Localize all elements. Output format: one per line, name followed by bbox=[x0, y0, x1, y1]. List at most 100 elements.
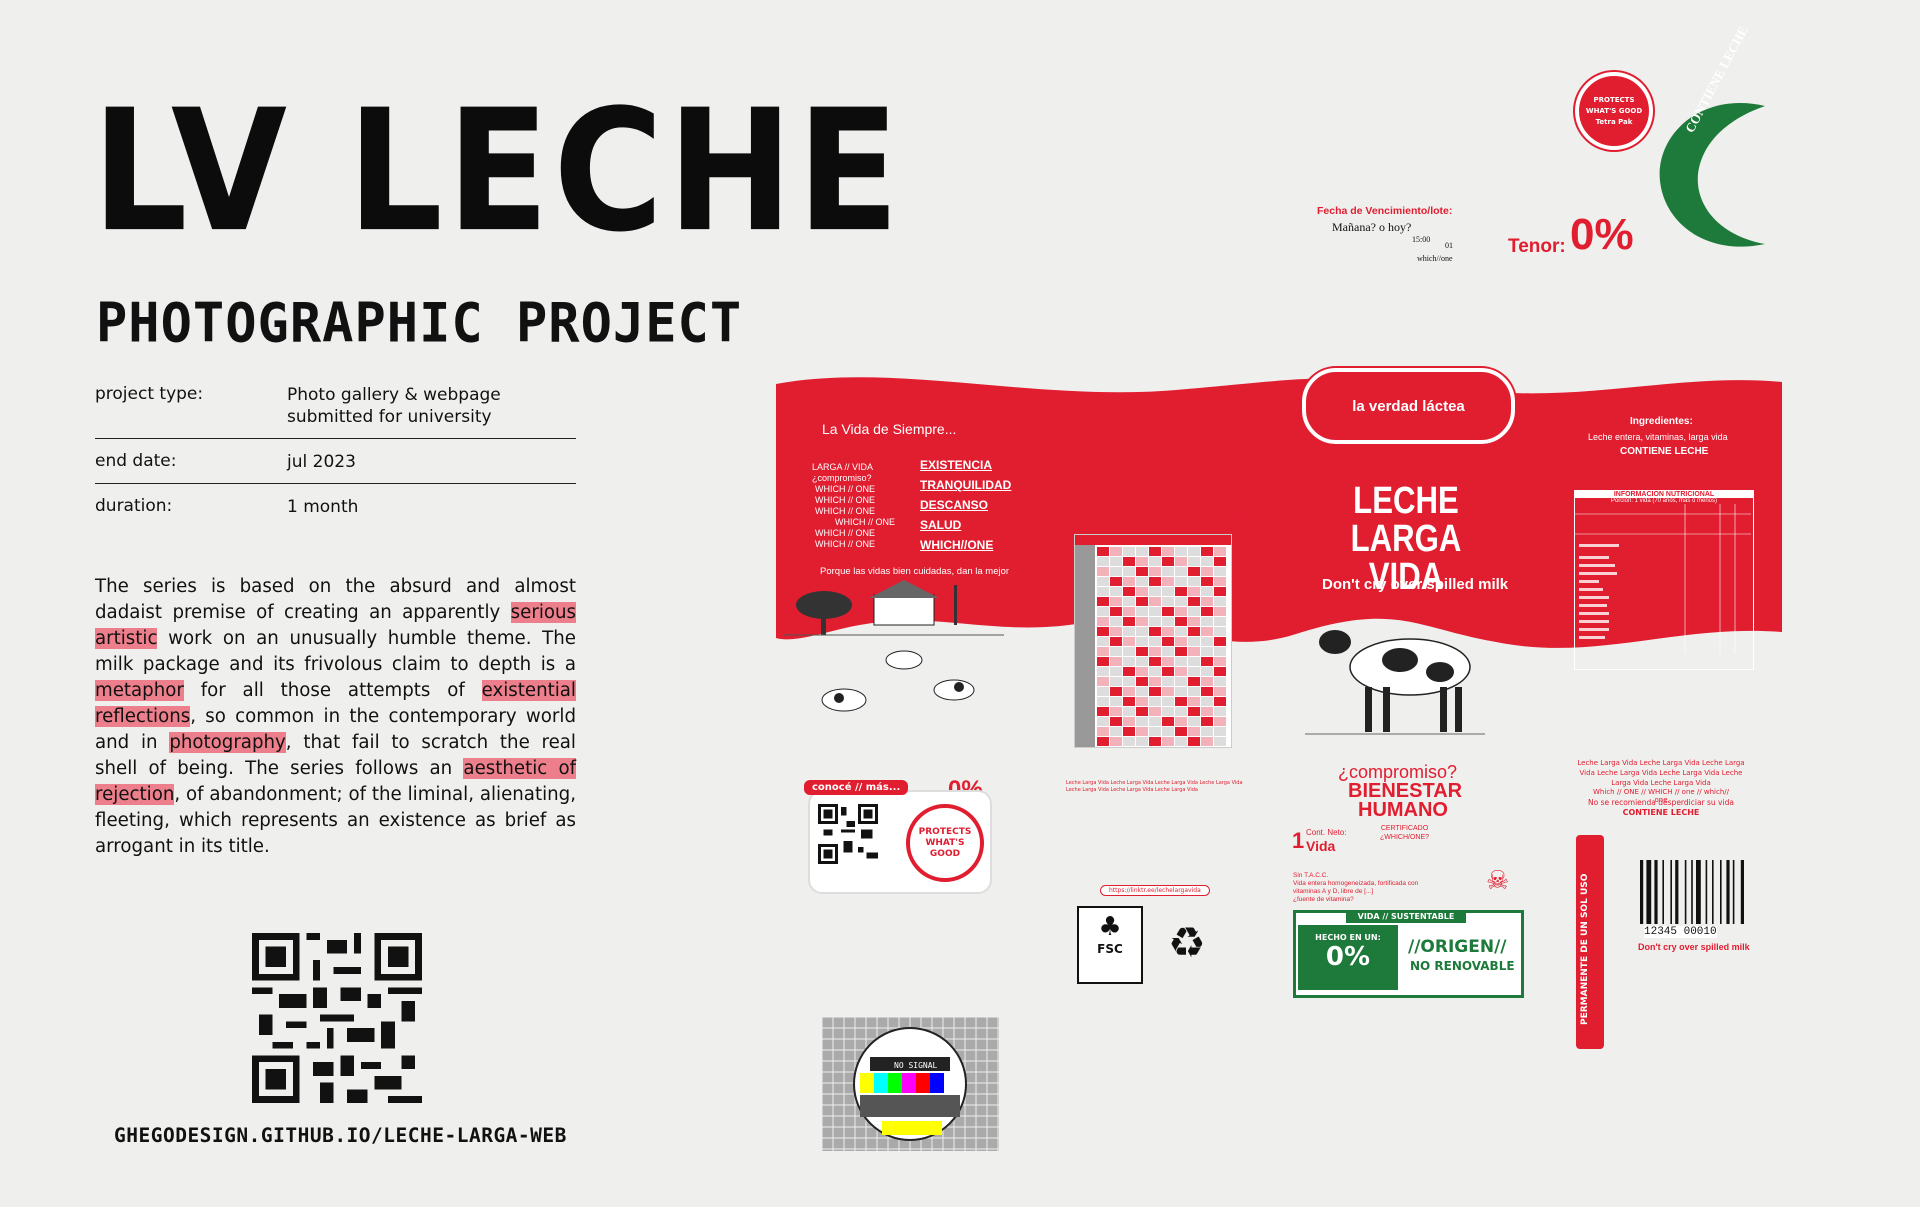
table-cell bbox=[1162, 597, 1174, 606]
table-cell bbox=[1097, 627, 1109, 636]
table-cell bbox=[1214, 557, 1226, 566]
table-cell bbox=[1175, 697, 1187, 706]
table-cell bbox=[1123, 667, 1135, 676]
table-cell bbox=[1136, 677, 1148, 686]
table-cell bbox=[1110, 697, 1122, 706]
table-cell bbox=[1123, 727, 1135, 736]
table-cell bbox=[1201, 547, 1213, 556]
certificado-label: CERTIFICADO bbox=[1380, 825, 1429, 832]
table-cell bbox=[1110, 627, 1122, 636]
cont-vida: Vida bbox=[1306, 838, 1336, 854]
table-cell bbox=[1175, 667, 1187, 676]
table-cell bbox=[1097, 707, 1109, 716]
table-cell bbox=[1162, 547, 1174, 556]
table-cell bbox=[1162, 567, 1174, 576]
info-value: Photo gallery & webpage submitted for un… bbox=[287, 385, 501, 427]
table-cell bbox=[1149, 667, 1161, 676]
table-cell bbox=[1136, 667, 1148, 676]
project-description: The series is based on the absurd and al… bbox=[95, 574, 577, 860]
hecho-label: HECHO EN UN: bbox=[1315, 933, 1381, 942]
table-cell bbox=[1201, 567, 1213, 576]
ingredientes-text: Leche entera, vitaminas, larga vida bbox=[1588, 432, 1728, 442]
qr-code-icon[interactable] bbox=[818, 804, 878, 864]
table-cell bbox=[1175, 577, 1187, 586]
table-cell bbox=[1201, 647, 1213, 656]
table-cell bbox=[1214, 677, 1226, 686]
table-cell bbox=[1214, 587, 1226, 596]
table-cell bbox=[1214, 597, 1226, 606]
which-one-small: which//one bbox=[1417, 254, 1453, 263]
contiene-leche: CONTIENE LECHE bbox=[1620, 446, 1709, 457]
table-cell bbox=[1149, 617, 1161, 626]
fsc-logo: ♣ FSC bbox=[1077, 906, 1143, 984]
sust-heading: VIDA // SUSTENTABLE bbox=[1346, 911, 1466, 923]
table-cell bbox=[1214, 727, 1226, 736]
table-cell bbox=[1188, 587, 1200, 596]
larga-vida-list-heading: LARGA // VIDA bbox=[812, 462, 874, 472]
table-cell bbox=[1097, 677, 1109, 686]
table-cell bbox=[1110, 597, 1122, 606]
table-cell bbox=[1136, 607, 1148, 616]
table-cell bbox=[1110, 567, 1122, 576]
tenor-label: Tenor: bbox=[1508, 236, 1566, 257]
table-cell bbox=[1097, 687, 1109, 696]
linktree-link[interactable]: https://linktr.ee/lechelargavida bbox=[1100, 885, 1210, 896]
qr-code-icon[interactable] bbox=[252, 933, 422, 1103]
table-cell bbox=[1162, 737, 1174, 746]
compromiso-small-text: ¿compromiso? bbox=[812, 473, 872, 483]
table-cell bbox=[1175, 647, 1187, 656]
table-cell bbox=[1162, 707, 1174, 716]
which-one-text: WHICH // ONE bbox=[815, 495, 875, 505]
info-value: 1 month bbox=[287, 497, 359, 517]
table-cell bbox=[1162, 647, 1174, 656]
table-cell bbox=[1149, 567, 1161, 576]
barcode-bar bbox=[1726, 860, 1730, 924]
nutrition-heading: INFORMACIÓN NUTRICIONAL bbox=[1575, 491, 1753, 498]
table-cell bbox=[1175, 607, 1187, 616]
bienestar-humano: BIENESTAR HUMANO bbox=[1348, 781, 1462, 820]
table-cell bbox=[1110, 717, 1122, 726]
conoce-card: conocé // más... PROTECTS WHAT'S GOOD bbox=[804, 780, 992, 894]
table-cell bbox=[1110, 687, 1122, 696]
origen-text: //ORIGEN// bbox=[1408, 937, 1507, 957]
table-cell bbox=[1201, 737, 1213, 746]
table-cell bbox=[1149, 577, 1161, 586]
info-key: end date: bbox=[95, 451, 177, 471]
which-one-text: WHICH // ONE bbox=[815, 484, 875, 494]
table-cell bbox=[1214, 737, 1226, 746]
table-cell bbox=[1110, 577, 1122, 586]
table-cell bbox=[1162, 557, 1174, 566]
table-cell bbox=[1110, 677, 1122, 686]
sustentable-box: VIDA // SUSTENTABLE HECHO EN UN: 0% //OR… bbox=[1293, 910, 1524, 998]
desc-highlight: metaphor bbox=[95, 680, 184, 701]
table-cell bbox=[1123, 577, 1135, 586]
table-cell bbox=[1123, 677, 1135, 686]
table-cell bbox=[1123, 607, 1135, 616]
fsc-label: FSC bbox=[1097, 942, 1123, 956]
table-cell bbox=[1149, 657, 1161, 666]
table-cell bbox=[1097, 607, 1109, 616]
manana-text: Mañana? o hoy? bbox=[1332, 220, 1412, 234]
cow-illustration-icon bbox=[1305, 630, 1485, 735]
barcode-bar bbox=[1720, 860, 1722, 924]
contiene-bottom: CONTIENE LECHE bbox=[1622, 808, 1700, 817]
table-cell bbox=[1123, 587, 1135, 596]
table-cell bbox=[1136, 547, 1148, 556]
verdad-lactea-pill: la verdad láctea bbox=[1302, 368, 1515, 444]
table-cell bbox=[1149, 587, 1161, 596]
table-cell bbox=[1136, 627, 1148, 636]
barcode-bar bbox=[1712, 860, 1714, 924]
table-cell bbox=[1136, 737, 1148, 746]
project-url-link[interactable]: GHEGODESIGN.GITHUB.IO/LECHE-LARGA-WEB bbox=[114, 1124, 567, 1147]
ingredientes-heading: Ingredientes: bbox=[1630, 416, 1693, 427]
table-cell bbox=[1214, 607, 1226, 616]
no-se-text: No se recomienda desperdiciar su vida bbox=[1588, 798, 1734, 807]
table-cell bbox=[1097, 657, 1109, 666]
table-cell bbox=[1175, 737, 1187, 746]
word-item: DESCANSO bbox=[920, 498, 989, 512]
page-subtitle: PHOTOGRAPHIC PROJECT bbox=[96, 292, 743, 355]
no-renovable-text: NO RENOVABLE bbox=[1410, 959, 1515, 973]
tetra-text: Tetra Pak bbox=[1595, 117, 1633, 126]
porque-text: Porque las vidas bien cuidadas, dan la m… bbox=[820, 566, 1010, 577]
table-cell bbox=[1110, 617, 1122, 626]
